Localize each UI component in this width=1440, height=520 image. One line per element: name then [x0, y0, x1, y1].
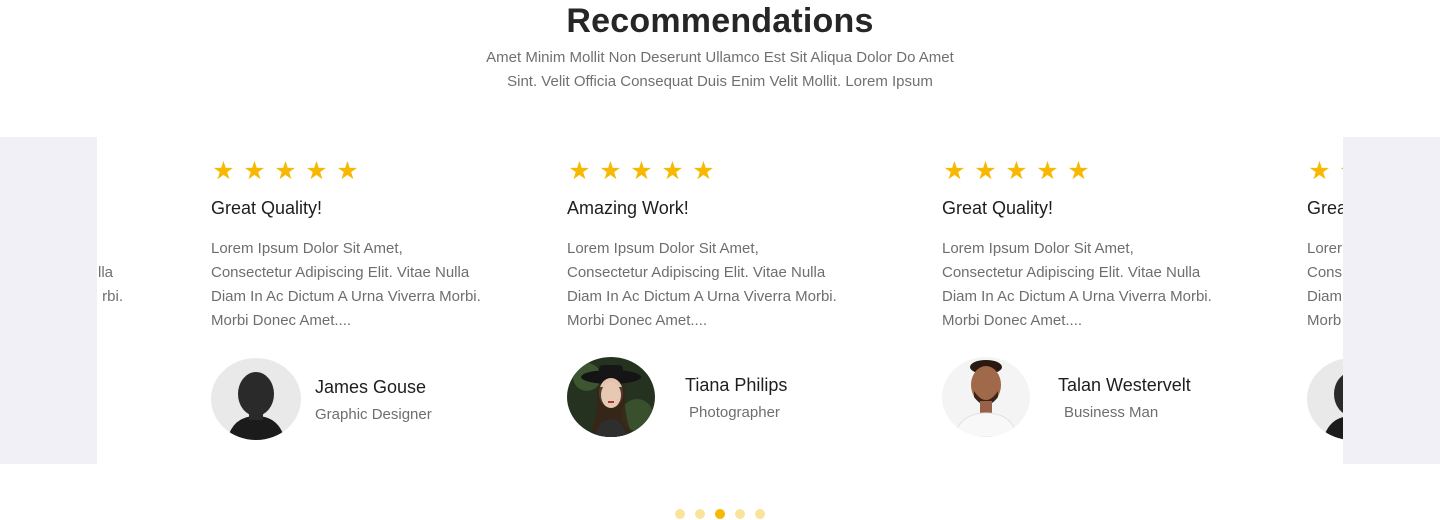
subtitle-line: Sint. Velit Officia Consequat Duis Enim …	[507, 73, 933, 90]
subtitle-line: Amet Minim Mollit Non Deserunt Ullamco E…	[486, 49, 954, 66]
person-photo-icon	[211, 358, 301, 440]
star-icon: ★	[274, 157, 297, 185]
avatar	[567, 357, 655, 437]
card-body-line: Consectetur Adipiscing Elit. Vitae Nulla	[567, 264, 826, 281]
card-body-line: Morbi Donec Amet....	[942, 312, 1083, 329]
card-body-line: Lorem Ipsum Dolor Sit Amet,	[567, 240, 759, 257]
star-icon: ★	[692, 157, 715, 185]
reviewer-role: Business Man	[1064, 404, 1159, 421]
reviewer-name: Talan Westervelt	[1058, 375, 1191, 395]
star-icon: ★	[599, 157, 622, 185]
card-body-line: Diam In Ac Dictum A Urna Viverra Morbi.	[211, 288, 481, 305]
star-icon: ★	[1067, 157, 1090, 185]
card-body: Lorem Ipsum Dolor Sit Amet, Consectetur …	[942, 237, 1252, 333]
card-body-line: Consectetur Adipiscing Elit. Vitae Nulla	[942, 264, 1201, 281]
star-icon: ★	[568, 157, 591, 185]
pagination-dot[interactable]	[675, 509, 685, 519]
person-photo-icon	[567, 357, 655, 437]
card-heading: Great Quality!	[211, 198, 323, 218]
carousel-fade-left	[0, 137, 97, 464]
star-icon: ★	[305, 157, 328, 185]
card-body-line: Lorem Ipsum Dolor Sit Amet,	[942, 240, 1134, 257]
pagination-dot[interactable]	[755, 509, 765, 519]
testimonial-card: ★ ★ ★ ★ ★ Great Quality! Lorem Ipsum Dol…	[211, 137, 531, 464]
testimonial-card: ★ ★ ★ ★ ★ Great Quality! Lorem Ipsum Dol…	[942, 137, 1262, 464]
star-icon: ★	[336, 157, 359, 185]
reviewer-role: Photographer	[689, 404, 780, 421]
avatar	[211, 358, 301, 440]
page-subtitle: Amet Minim Mollit Non Deserunt Ullamco E…	[420, 46, 1020, 94]
pagination-dot-active[interactable]	[715, 509, 725, 519]
star-rating: ★ ★ ★ ★ ★	[211, 158, 360, 184]
card-heading: Amazing Work!	[567, 198, 689, 218]
star-icon: ★	[661, 157, 684, 185]
card-body-line: Consectetur Adipiscing Elit. Vitae Nulla	[211, 264, 470, 281]
reviewer-name: James Gouse	[315, 377, 427, 397]
carousel-fade-right	[1343, 137, 1440, 464]
card-body-line: Morbi Donec Amet....	[211, 312, 352, 329]
card-heading: Grea	[1307, 198, 1348, 218]
star-rating: ★ ★ ★ ★ ★	[567, 158, 716, 184]
pagination-dot[interactable]	[735, 509, 745, 519]
star-icon: ★	[243, 157, 266, 185]
testimonial-carousel[interactable]: lla rbi. ★ ★ ★ ★ ★ Great Quality! Lorem …	[0, 137, 1440, 464]
star-icon: ★	[974, 157, 997, 185]
card-body-line: Lorem Ipsum Dolor Sit Amet,	[211, 240, 403, 257]
carousel-pagination	[675, 509, 765, 519]
card-body-line: Morbi Donec Amet....	[567, 312, 708, 329]
page-title: Recommendations	[566, 2, 874, 40]
star-icon: ★	[1036, 157, 1059, 185]
reviewer-name: Tiana Philips	[685, 375, 788, 395]
card-heading: Great Quality!	[942, 198, 1054, 218]
card-body: Lorem Ipsum Dolor Sit Amet, Consectetur …	[211, 237, 521, 333]
star-icon: ★	[212, 157, 235, 185]
testimonial-card: ★ ★ ★ ★ ★ Amazing Work! Lorem Ipsum Dolo…	[567, 137, 887, 464]
card-body-line: Diam In Ac Dictum A Urna Viverra Morbi.	[567, 288, 837, 305]
card-body: Lorem Ipsum Dolor Sit Amet, Consectetur …	[567, 237, 877, 333]
card-body-line: Diam In Ac Dictum A Urna Viverra Morbi.	[942, 288, 1212, 305]
star-icon: ★	[943, 157, 966, 185]
star-rating: ★ ★ ★ ★ ★	[942, 158, 1091, 184]
reviewer-role: Graphic Designer	[315, 406, 432, 423]
person-photo-icon	[942, 357, 1030, 437]
star-icon: ★	[1005, 157, 1028, 185]
star-icon: ★	[630, 157, 653, 185]
star-icon: ★	[1308, 157, 1331, 185]
avatar	[942, 357, 1030, 437]
pagination-dot[interactable]	[695, 509, 705, 519]
